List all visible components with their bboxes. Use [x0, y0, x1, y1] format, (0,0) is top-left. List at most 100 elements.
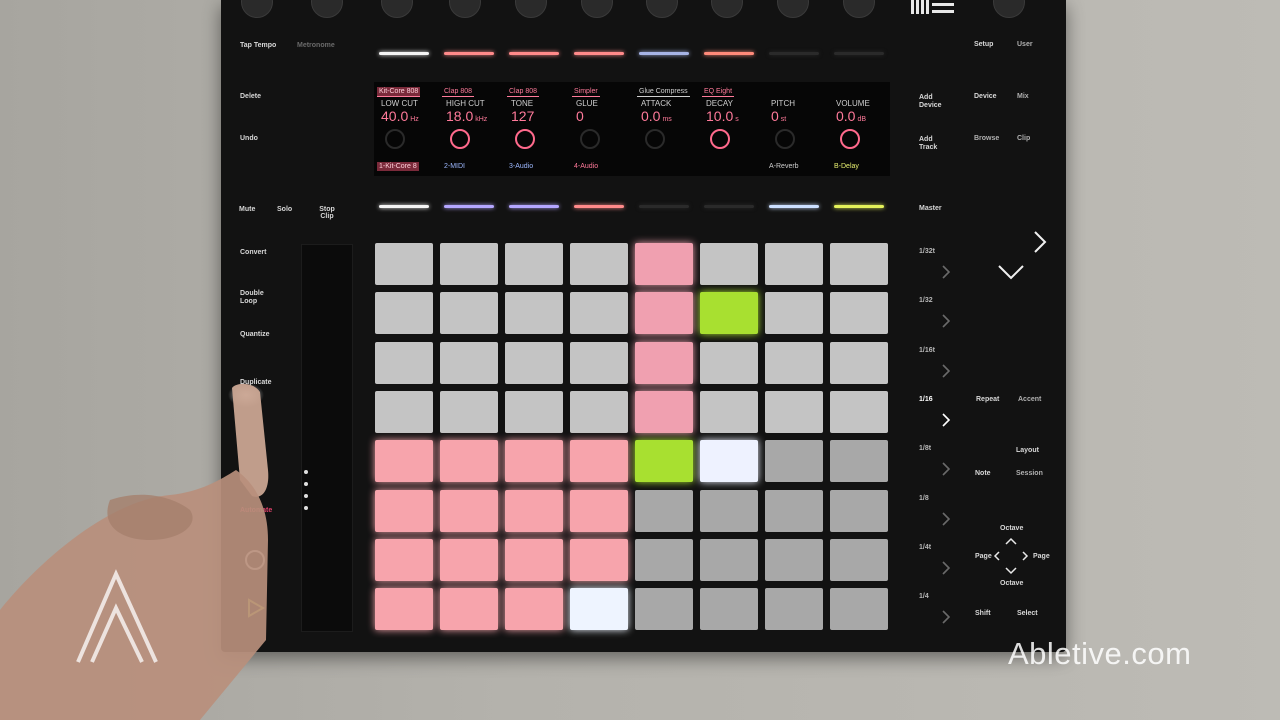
track-label[interactable]: 3-Audio — [507, 162, 535, 171]
pad[interactable] — [830, 489, 888, 532]
stop-clip-button[interactable]: Stop Clip — [316, 206, 338, 220]
track-label[interactable]: B-Delay — [832, 162, 861, 171]
device-tab[interactable]: Simpler — [572, 87, 600, 97]
pad[interactable] — [375, 341, 433, 384]
encoder-knob[interactable] — [993, 0, 1025, 18]
scene-launch-arrow-icon[interactable] — [941, 264, 951, 280]
octave-up-button[interactable]: Octave — [1000, 525, 1023, 533]
pad[interactable] — [765, 489, 823, 532]
device-tab[interactable]: Clap 808 — [442, 87, 475, 97]
param-knob-icon[interactable] — [515, 129, 535, 149]
track-label[interactable]: A-Reverb — [767, 162, 801, 171]
pad[interactable] — [440, 489, 498, 532]
division-label[interactable]: 1/8t — [919, 445, 931, 453]
device-tab[interactable]: Clap 808 — [507, 87, 540, 97]
encoder-knob[interactable] — [515, 0, 547, 18]
pad[interactable] — [830, 341, 888, 384]
param-knob-icon[interactable] — [775, 129, 795, 149]
pad[interactable] — [830, 243, 888, 285]
division-label[interactable]: 1/8 — [919, 495, 929, 503]
master-button[interactable]: Master — [919, 205, 942, 213]
pad[interactable] — [570, 341, 628, 384]
track-strip-button[interactable] — [639, 52, 689, 55]
pad[interactable] — [375, 243, 433, 285]
pad[interactable] — [375, 588, 433, 631]
shift-button[interactable]: Shift — [975, 610, 991, 618]
pad[interactable] — [765, 243, 823, 285]
pad[interactable] — [570, 292, 628, 335]
track-strip-button[interactable] — [769, 205, 819, 208]
play-icon[interactable] — [247, 598, 265, 618]
pad[interactable] — [570, 489, 628, 532]
pad[interactable] — [765, 341, 823, 384]
param-knob-icon[interactable] — [840, 129, 860, 149]
encoder-knob[interactable] — [311, 0, 343, 18]
scene-launch-arrow-icon[interactable] — [941, 461, 951, 477]
metronome-button[interactable]: Metronome — [297, 42, 335, 50]
track-strip-button[interactable] — [769, 52, 819, 55]
pad[interactable] — [440, 588, 498, 631]
track-strip-button[interactable] — [574, 52, 624, 55]
scene-launch-arrow-icon[interactable] — [941, 412, 951, 428]
solo-button[interactable]: Solo — [277, 206, 292, 214]
param-knob-icon[interactable] — [580, 129, 600, 149]
scene-launch-arrow-icon[interactable] — [941, 560, 951, 576]
pad[interactable] — [570, 390, 628, 433]
division-label[interactable]: 1/32t — [919, 248, 935, 256]
track-strip-button[interactable] — [379, 205, 429, 208]
mute-button[interactable]: Mute — [239, 206, 255, 214]
pad[interactable] — [505, 292, 563, 335]
pad[interactable] — [765, 440, 823, 483]
track-strip-button[interactable] — [574, 205, 624, 208]
pad[interactable] — [635, 292, 693, 335]
layout-button[interactable]: Layout — [1016, 447, 1039, 455]
scene-launch-arrow-icon[interactable] — [941, 313, 951, 329]
automate-button[interactable]: Automate — [240, 507, 272, 515]
scene-launch-arrow-icon[interactable] — [941, 609, 951, 625]
track-strip-button[interactable] — [834, 52, 884, 55]
pad[interactable] — [700, 292, 758, 335]
division-label[interactable]: 1/32 — [919, 297, 933, 305]
pad[interactable] — [375, 440, 433, 483]
pad[interactable] — [375, 538, 433, 581]
pad[interactable] — [570, 243, 628, 285]
device-button[interactable]: Device — [974, 93, 997, 101]
add-track-button[interactable]: Add Track — [919, 136, 949, 152]
add-device-button[interactable]: Add Device — [919, 94, 949, 110]
division-label[interactable]: 1/16 — [919, 396, 933, 404]
track-label[interactable]: 4-Audio — [572, 162, 600, 171]
pad[interactable] — [765, 538, 823, 581]
pad[interactable] — [505, 341, 563, 384]
pad[interactable] — [830, 538, 888, 581]
repeat-button[interactable]: Repeat — [976, 396, 999, 404]
tap-tempo-button[interactable]: Tap Tempo — [240, 42, 276, 50]
track-strip-button[interactable] — [444, 52, 494, 55]
track-strip-button[interactable] — [509, 205, 559, 208]
pad[interactable] — [635, 243, 693, 285]
param-knob-icon[interactable] — [645, 129, 665, 149]
division-label[interactable]: 1/4t — [919, 544, 931, 552]
quantize-button[interactable]: Quantize — [240, 331, 270, 339]
pad[interactable] — [440, 390, 498, 433]
device-tab[interactable]: Glue Compress — [637, 87, 690, 97]
pad[interactable] — [700, 489, 758, 532]
pad[interactable] — [635, 390, 693, 433]
pad[interactable] — [375, 489, 433, 532]
pad[interactable] — [505, 440, 563, 483]
pad[interactable] — [700, 243, 758, 285]
scene-launch-arrow-icon[interactable] — [941, 511, 951, 527]
pad[interactable] — [830, 390, 888, 433]
user-button[interactable]: User — [1017, 41, 1033, 49]
param-knob-icon[interactable] — [450, 129, 470, 149]
pad[interactable] — [635, 538, 693, 581]
duplicate-button[interactable]: Duplicate — [240, 379, 272, 387]
pad[interactable] — [505, 538, 563, 581]
mix-button[interactable]: Mix — [1017, 93, 1029, 101]
pad[interactable] — [505, 390, 563, 433]
encoder-knob[interactable] — [581, 0, 613, 18]
encoder-knob[interactable] — [777, 0, 809, 18]
delete-button[interactable]: Delete — [240, 93, 261, 101]
track-label[interactable]: 1-Kit-Core 8 — [377, 162, 419, 171]
division-label[interactable]: 1/16t — [919, 347, 935, 355]
note-button[interactable]: Note — [975, 470, 991, 478]
